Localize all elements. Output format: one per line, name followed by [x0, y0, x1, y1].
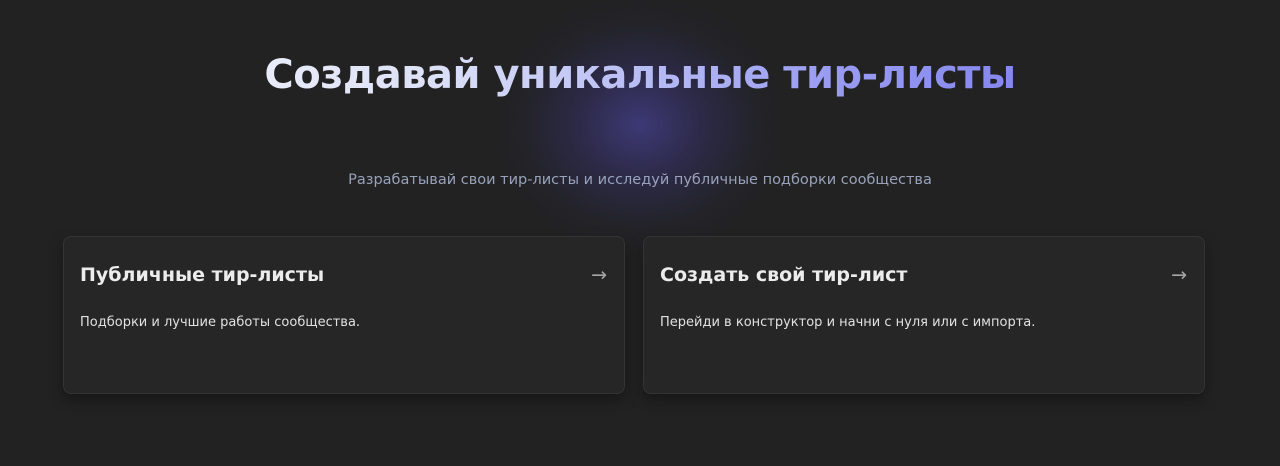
- page-subtitle: Разрабатывай свои тир-листы и исследуй п…: [348, 172, 932, 188]
- hero-glow: [490, 0, 790, 255]
- card-title: Создать свой тир-лист: [660, 264, 908, 286]
- arrow-right-icon: →: [1171, 264, 1187, 286]
- card-title: Публичные тир-листы: [80, 264, 325, 286]
- create-tierlist-card[interactable]: Создать свой тир-лист → Перейди в констр…: [643, 236, 1205, 394]
- public-tierlists-card[interactable]: Публичные тир-листы → Подборки и лучшие …: [63, 236, 625, 394]
- card-description: Перейди в конструктор и начни с нуля или…: [660, 315, 1036, 330]
- arrow-right-icon: →: [591, 264, 607, 286]
- card-description: Подборки и лучшие работы сообщества.: [80, 315, 361, 330]
- page-title: Создавай уникальные тир-листы: [0, 47, 1280, 103]
- page-title-text: Создавай уникальные тир-листы: [264, 52, 1016, 98]
